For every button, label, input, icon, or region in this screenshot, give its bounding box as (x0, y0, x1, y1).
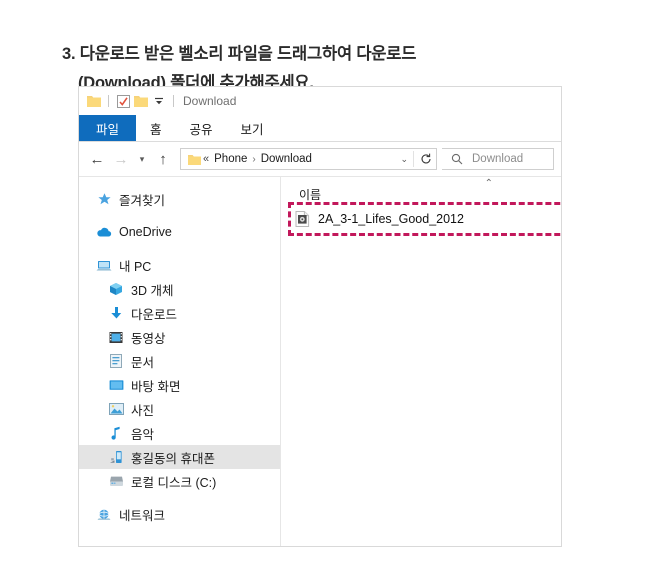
disk-drive-icon (107, 472, 125, 490)
file-name: 2A_3-1_Lifes_Good_2012 (318, 212, 464, 226)
sidebar-item-downloads[interactable]: 다운로드 (79, 301, 280, 325)
sidebar-label: 바탕 화면 (131, 379, 181, 394)
sidebar-item-music[interactable]: 음악 (79, 421, 280, 445)
pictures-icon (107, 400, 125, 418)
sidebar-label: 내 PC (119, 259, 152, 274)
sidebar-label: 홍길동의 휴대폰 (131, 451, 215, 466)
collapse-ribbon-icon[interactable]: ⌃ (485, 178, 493, 189)
desktop-icon (107, 376, 125, 394)
sidebar-item-3d-objects[interactable]: 3D 개체 (79, 277, 280, 301)
breadcrumb-separator: › (252, 153, 256, 165)
sidebar-item-documents[interactable]: 문서 (79, 349, 280, 373)
search-box[interactable]: Download (442, 148, 554, 170)
breadcrumb-overflow[interactable]: « (203, 153, 209, 165)
cloud-icon (95, 223, 113, 241)
tab-home[interactable]: 홈 (136, 115, 176, 141)
phone-icon (107, 448, 125, 466)
computer-icon (95, 256, 113, 274)
file-list-item[interactable]: 2A_3-1_Lifes_Good_2012 (295, 208, 464, 230)
recent-locations-button[interactable]: ▾ (134, 148, 150, 170)
sidebar-item-this-pc[interactable]: 내 PC (79, 253, 280, 277)
file-list-pane: 이름 ⌃ 2A_3-1_Lifes_Good_2012 (281, 177, 561, 546)
sidebar-label: OneDrive (119, 225, 172, 239)
sidebar-item-videos[interactable]: 동영상 (79, 325, 280, 349)
sidebar-label: 즐겨찾기 (119, 193, 166, 208)
breadcrumb-item-download[interactable]: Download (261, 153, 312, 165)
explorer-body: 즐겨찾기 OneDrive 내 PC 3D 개체 다운로드 동영상 문서 바탕 … (79, 176, 561, 546)
breadcrumb-item-phone[interactable]: Phone (214, 153, 247, 165)
sidebar-item-desktop[interactable]: 바탕 화면 (79, 373, 280, 397)
file-explorer-window: Download 파일 홈 공유 보기 ← → ▾ ↑ « Phone › Do… (78, 86, 562, 547)
sidebar-item-favorites[interactable]: 즐겨찾기 (79, 187, 280, 211)
search-placeholder: Download (472, 153, 524, 165)
sidebar-item-onedrive[interactable]: OneDrive (79, 220, 280, 244)
network-icon (95, 505, 113, 523)
new-folder-icon[interactable] (132, 92, 150, 110)
qat-separator-1 (108, 95, 109, 107)
refresh-icon[interactable] (413, 151, 432, 167)
sidebar-item-pictures[interactable]: 사진 (79, 397, 280, 421)
properties-icon[interactable] (114, 92, 132, 110)
sidebar-label: 동영상 (131, 331, 166, 346)
folder-icon[interactable] (85, 92, 103, 110)
sidebar-label: 사진 (131, 403, 155, 418)
sidebar-label: 3D 개체 (131, 283, 174, 298)
sidebar-label: 네트워크 (119, 508, 166, 523)
sidebar-label: 문서 (131, 355, 155, 370)
music-note-icon (107, 424, 125, 442)
document-icon (107, 352, 125, 370)
sidebar-label: 다운로드 (131, 307, 178, 322)
address-path-box[interactable]: « Phone › Download ⌄ (180, 148, 437, 170)
path-folder-icon (185, 150, 203, 168)
address-dropdown-icon[interactable]: ⌄ (395, 154, 413, 165)
forward-button[interactable]: → (110, 148, 132, 170)
ribbon-tabs: 파일 홈 공유 보기 (79, 115, 561, 142)
tab-share[interactable]: 공유 (176, 115, 227, 141)
search-icon (448, 150, 466, 168)
back-button[interactable]: ← (86, 148, 108, 170)
video-icon (107, 328, 125, 346)
navigation-pane: 즐겨찾기 OneDrive 내 PC 3D 개체 다운로드 동영상 문서 바탕 … (79, 177, 281, 546)
up-button[interactable]: ↑ (152, 148, 174, 170)
sidebar-item-phone[interactable]: 홍길동의 휴대폰 (79, 445, 280, 469)
download-arrow-icon (107, 304, 125, 322)
sidebar-item-network[interactable]: 네트워크 (79, 502, 280, 526)
address-bar: ← → ▾ ↑ « Phone › Download ⌄ Download (79, 142, 561, 176)
breadcrumb[interactable]: « Phone › Download (203, 153, 395, 165)
qat-separator-2 (173, 95, 174, 107)
tab-file[interactable]: 파일 (79, 115, 137, 141)
tab-view[interactable]: 보기 (227, 115, 278, 141)
media-file-icon (295, 211, 310, 227)
title-bar: Download (79, 87, 561, 115)
customize-dropdown-icon[interactable] (150, 92, 168, 110)
instruction-line-1: 3. 다운로드 받은 벨소리 파일을 드래그하여 다운로드 (62, 45, 417, 64)
sidebar-label: 음악 (131, 427, 155, 442)
sidebar-label: 로컬 디스크 (C:) (131, 475, 217, 490)
star-icon (95, 190, 113, 208)
sidebar-item-local-disk[interactable]: 로컬 디스크 (C:) (79, 469, 280, 493)
window-title: Download (183, 94, 237, 108)
cube-icon (107, 280, 125, 298)
